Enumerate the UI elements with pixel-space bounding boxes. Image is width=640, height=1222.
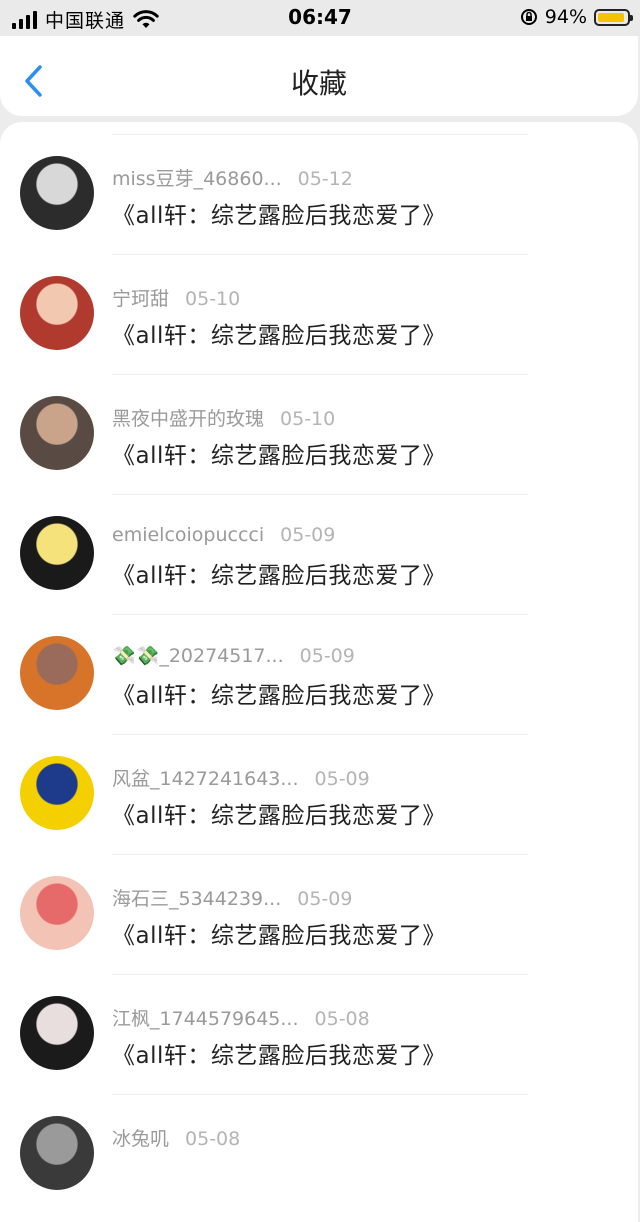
- list-item[interactable]: 黑夜中盛开的玫瑰 05-10 《all轩：综艺露脸后我恋爱了》: [0, 374, 638, 494]
- username[interactable]: 海石三_5344239...: [112, 888, 281, 910]
- battery-icon: [594, 8, 633, 26]
- book-title[interactable]: 《all轩：综艺露脸后我恋爱了》: [112, 1036, 446, 1070]
- item-meta: 冰兔叽 05-08: [112, 1124, 240, 1151]
- divider: [112, 254, 528, 255]
- list-item[interactable]: miss豆芽_46860... 05-12 《all轩：综艺露脸后我恋爱了》: [0, 134, 638, 254]
- divider: [112, 134, 528, 135]
- status-bar: 中国联通 06:47 94%: [0, 0, 640, 36]
- divider: [112, 374, 528, 375]
- date: 05-10: [185, 288, 241, 310]
- date: 05-12: [297, 168, 353, 190]
- status-right: 94%: [520, 6, 633, 28]
- avatar[interactable]: [20, 996, 94, 1070]
- username[interactable]: 宁珂甜: [112, 288, 169, 310]
- book-title[interactable]: 《all轩：综艺露脸后我恋爱了》: [112, 796, 446, 830]
- battery-percent: 94%: [544, 6, 587, 28]
- book-title[interactable]: 《all轩：综艺露脸后我恋爱了》: [112, 316, 446, 350]
- date: 05-09: [280, 524, 336, 546]
- list-item[interactable]: 海石三_5344239... 05-09 《all轩：综艺露脸后我恋爱了》: [0, 854, 638, 974]
- list-item[interactable]: 江枫_1744579645... 05-08 《all轩：综艺露脸后我恋爱了》: [0, 974, 638, 1094]
- favorites-list: miss豆芽_46860... 05-12 《all轩：综艺露脸后我恋爱了》 宁珂甜 0…: [0, 122, 638, 1222]
- divider: [112, 614, 528, 615]
- list-item[interactable]: 冰兔叽 05-08: [0, 1094, 638, 1214]
- date: 05-08: [314, 1008, 370, 1030]
- divider: [112, 974, 528, 975]
- avatar[interactable]: [20, 636, 94, 710]
- date: 05-08: [185, 1128, 241, 1150]
- avatar[interactable]: [20, 516, 94, 590]
- list-item[interactable]: 💸💸_20274517... 05-09 《all轩：综艺露脸后我恋爱了》: [0, 614, 638, 734]
- item-meta: 💸💸_20274517... 05-09: [112, 644, 355, 667]
- date: 05-09: [314, 768, 370, 790]
- username[interactable]: 💸💸_20274517...: [112, 645, 284, 667]
- page-title: 收藏: [290, 67, 347, 100]
- avatar[interactable]: [20, 876, 94, 950]
- item-meta: emielcoiopuccci 05-09: [112, 524, 335, 546]
- date: 05-09: [297, 888, 353, 910]
- item-meta: 海石三_5344239... 05-09: [112, 884, 352, 911]
- username[interactable]: miss豆芽_46860...: [112, 168, 282, 190]
- book-title[interactable]: 《all轩：综艺露脸后我恋爱了》: [112, 436, 446, 470]
- divider: [112, 494, 528, 495]
- divider: [112, 734, 528, 735]
- divider: [112, 1094, 528, 1095]
- username[interactable]: 风盆_1427241643...: [112, 768, 299, 790]
- book-title[interactable]: 《all轩：综艺露脸后我恋爱了》: [112, 676, 446, 710]
- avatar[interactable]: [20, 396, 94, 470]
- divider: [112, 854, 528, 855]
- item-meta: 黑夜中盛开的玫瑰 05-10: [112, 404, 335, 431]
- avatar[interactable]: [20, 276, 94, 350]
- list-item[interactable]: 风盆_1427241643... 05-09 《all轩：综艺露脸后我恋爱了》: [0, 734, 638, 854]
- item-meta: 风盆_1427241643... 05-09: [112, 764, 370, 791]
- book-title[interactable]: 《all轩：综艺露脸后我恋爱了》: [112, 916, 446, 950]
- avatar[interactable]: [20, 156, 94, 230]
- book-title[interactable]: 《all轩：综艺露脸后我恋爱了》: [112, 556, 446, 590]
- username[interactable]: 江枫_1744579645...: [112, 1008, 299, 1030]
- username[interactable]: 冰兔叽: [112, 1128, 169, 1150]
- date: 05-09: [299, 645, 355, 667]
- date: 05-10: [280, 408, 336, 430]
- avatar[interactable]: [20, 756, 94, 830]
- item-meta: miss豆芽_46860... 05-12: [112, 164, 353, 191]
- username[interactable]: emielcoiopuccci: [112, 524, 264, 546]
- list-item[interactable]: 宁珂甜 05-10 《all轩：综艺露脸后我恋爱了》: [0, 254, 638, 374]
- navigation-bar: 收藏: [0, 36, 638, 116]
- orientation-lock-icon: [520, 9, 537, 25]
- battery-level: [598, 12, 625, 22]
- avatar[interactable]: [20, 1116, 94, 1190]
- list-item[interactable]: emielcoiopuccci 05-09 《all轩：综艺露脸后我恋爱了》: [0, 494, 638, 614]
- item-meta: 宁珂甜 05-10: [112, 284, 240, 311]
- username[interactable]: 黑夜中盛开的玫瑰: [112, 408, 264, 430]
- book-title[interactable]: 《all轩：综艺露脸后我恋爱了》: [112, 196, 446, 230]
- item-meta: 江枫_1744579645... 05-08: [112, 1004, 370, 1031]
